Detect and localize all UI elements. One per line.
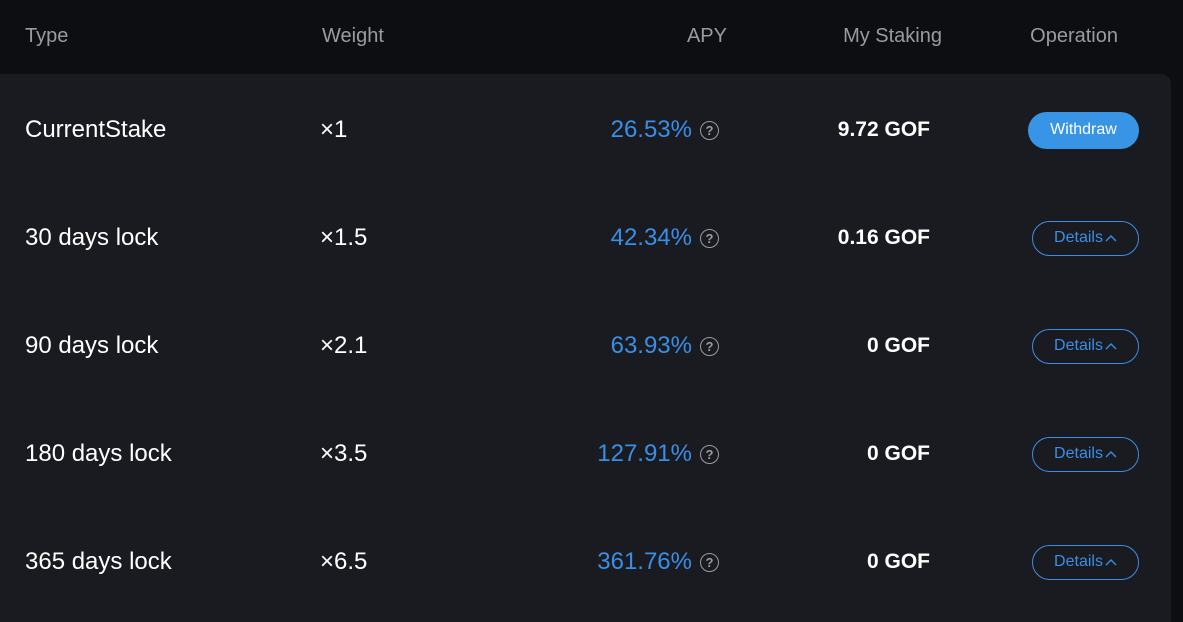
row-weight: ×1.5 [320,224,368,251]
table-row: CurrentStake ×1 26.53% ? 9.72 GOF Withdr… [0,76,1171,184]
apy-value: 26.53% [610,116,692,143]
table-row: 30 days lock ×1.5 42.34% ? 0.16 GOF Deta… [0,184,1171,292]
row-weight: ×2.1 [320,332,368,359]
apy-value: 127.91% [597,440,692,467]
details-button[interactable]: Details [1032,328,1139,364]
withdraw-button[interactable]: Withdraw [1028,111,1139,149]
question-circle-icon[interactable]: ? [700,228,719,248]
table-row: 365 days lock ×6.5 361.76% ? 0 GOF Detai… [0,508,1171,616]
header-apy: APY [686,25,727,47]
header-weight: Weight [322,25,384,47]
chevron-up-icon [1105,235,1117,242]
row-my-staking: 0 GOF [866,442,930,465]
details-button[interactable]: Details [1032,220,1139,256]
row-type: CurrentStake [25,116,167,143]
details-label: Details [1054,445,1103,462]
details-label: Details [1054,337,1103,354]
row-apy: 42.34% ? [611,184,719,292]
row-type: 365 days lock [25,548,172,575]
row-apy: 127.91% ? [597,400,719,508]
row-weight: ×1 [320,116,348,143]
header-my-staking: My Staking [843,25,942,47]
row-weight: ×3.5 [320,440,368,467]
question-circle-icon[interactable]: ? [700,444,719,464]
apy-value: 42.34% [610,224,692,251]
row-my-staking: 0 GOF [866,334,930,357]
chevron-up-icon [1105,451,1117,458]
row-apy: 361.76% ? [597,508,719,616]
row-operation: Details [1032,508,1139,616]
details-label: Details [1054,229,1103,246]
row-apy: 63.93% ? [611,292,719,400]
question-circle-icon[interactable]: ? [700,336,719,356]
table-row: 180 days lock ×3.5 127.91% ? 0 GOF Detai… [0,400,1171,508]
row-type: 30 days lock [25,224,159,251]
row-operation: Details [1032,292,1139,400]
header-type: Type [25,25,69,47]
row-type: 90 days lock [25,332,159,359]
header-operation: Operation [1030,25,1118,47]
apy-value: 361.76% [597,548,692,575]
row-weight: ×6.5 [320,548,368,575]
apy-value: 63.93% [610,332,692,359]
details-button[interactable]: Details [1032,436,1139,472]
table-header: Type Weight APY My Staking Operation [0,0,1183,74]
question-circle-icon[interactable]: ? [700,552,719,572]
question-circle-icon[interactable]: ? [700,120,719,140]
row-my-staking: 0.16 GOF [837,226,930,249]
chevron-up-icon [1105,559,1117,566]
row-my-staking: 9.72 GOF [837,118,930,141]
table-row: 90 days lock ×2.1 63.93% ? 0 GOF Details [0,292,1171,400]
row-operation: Withdraw [1028,76,1139,184]
row-type: 180 days lock [25,440,172,467]
table-body: CurrentStake ×1 26.53% ? 9.72 GOF Withdr… [0,74,1171,622]
chevron-up-icon [1105,343,1117,350]
staking-table: Type Weight APY My Staking Operation Cur… [0,0,1183,622]
details-label: Details [1054,553,1103,570]
row-operation: Details [1032,400,1139,508]
row-my-staking: 0 GOF [866,550,930,573]
row-operation: Details [1032,184,1139,292]
row-apy: 26.53% ? [611,76,719,184]
details-button[interactable]: Details [1032,544,1139,580]
